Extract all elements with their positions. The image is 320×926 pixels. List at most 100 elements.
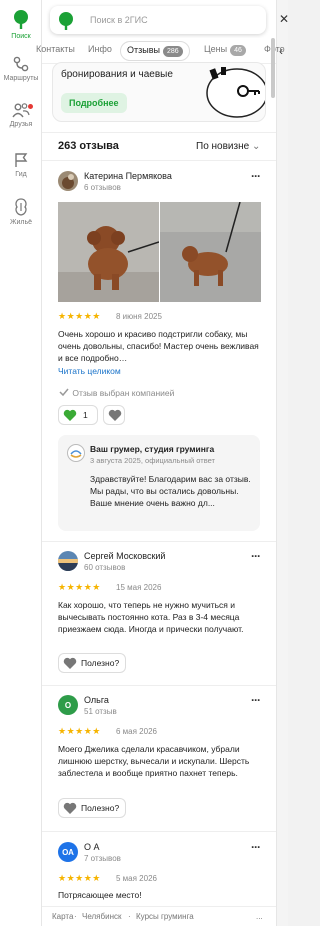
divider [42,541,276,542]
breadcrumb-separator: · [74,912,77,921]
like-count: 1 [83,410,88,420]
logo-icon [14,10,28,29]
useful-label: Полезно? [81,803,120,813]
heart-icon [63,657,77,669]
routes-icon [13,56,29,72]
app-root: Поиск Маршруты Друзья Гид Жильё ✕ ‹ Поис… [0,0,288,926]
breadcrumb-item-category[interactable]: Курсы груминга [136,912,194,921]
wallet-illustration [206,67,265,118]
tab-info[interactable]: Инфо [88,44,112,54]
heart-icon [63,409,77,421]
rail-item-search[interactable]: Поиск [0,10,42,40]
divider [42,132,276,133]
price-count-badge: 46 [230,45,246,56]
rating-stars: ★★★★★ [58,726,101,736]
author-review-count: 7 отзывов [84,854,121,863]
company-logo [67,444,85,462]
author-review-count: 6 отзывов [84,183,121,192]
search-input[interactable]: Поиск в 2ГИС [90,15,148,25]
review-photo[interactable] [58,202,159,302]
avatar [58,551,78,571]
divider [42,160,276,161]
review-text: Как хорошо, что теперь не нужно мучиться… [58,600,244,634]
official-reply: Ваш грумер, студия груминга 3 августа 20… [58,435,260,531]
rail-label: Жильё [10,219,32,226]
badge-icon [59,388,69,397]
useful-button[interactable]: Полезно? [58,798,126,818]
promo-text: бронирования и чаевые [61,69,173,80]
tab-label: Отзывы [127,45,160,55]
author-name[interactable]: Сергей Московский [84,551,165,561]
author-review-count: 51 отзыв [84,707,117,716]
breadcrumb-item-map[interactable]: Карта [52,912,73,921]
avatar [58,171,78,191]
author-name[interactable]: О А [84,842,100,852]
tab-reviews[interactable]: Отзывы 286 [120,41,190,61]
reply-text: Здравствуйте! Благодарим вас за отзыв. М… [90,474,251,508]
rail-item-housing[interactable]: Жильё [0,198,42,226]
breadcrumb: Карта · Челябинск · Курсы груминга ... [42,906,276,926]
breadcrumb-item-city[interactable]: Челябинск [82,912,121,921]
review-text: Потрясающее место! [58,890,142,900]
side-rail: Поиск Маршруты Друзья Гид Жильё [0,0,42,926]
sort-label: По новизне [196,141,250,152]
review-count-badge: 286 [162,46,183,57]
review-date: 6 мая 2026 [116,727,157,736]
dislike-button[interactable] [103,405,125,425]
read-more-link[interactable]: Читать целиком [58,366,121,376]
rail-label: Гид [15,171,27,178]
tab-prices[interactable]: Цены 46 [204,44,246,56]
review-date: 15 мая 2026 [116,583,162,592]
review-text: Очень хорошо и красиво подстригли собаку… [58,329,259,363]
avatar: ОА [58,842,78,862]
review-text: Моего Джелика сделали красавчиком, убрал… [58,744,250,778]
tab-label: Цены [204,44,228,54]
divider [42,685,276,686]
flag-icon [15,153,28,167]
breadcrumb-separator: · [128,912,131,921]
promo-card: бронирования и чаевые Подробнее [52,62,266,122]
more-options-icon[interactable]: ··· [251,169,261,183]
rating-stars: ★★★★★ [58,873,101,883]
reply-author: Ваш грумер, студия груминга [90,444,215,454]
reviews-total: 263 отзыва [58,140,119,152]
more-options-icon[interactable]: ··· [251,549,261,563]
review-date: 5 мая 2026 [116,874,157,883]
tab-contacts[interactable]: Контакты [36,44,75,54]
close-icon[interactable]: ✕ [279,12,288,26]
more-options-icon[interactable]: ··· [251,693,261,707]
review-photo[interactable] [160,202,261,302]
rail-item-friends[interactable]: Друзья [0,102,42,128]
company-choice-note: Отзыв выбран компанией [58,387,174,398]
like-button[interactable]: 1 [58,405,98,425]
notification-dot [28,104,33,109]
author-review-count: 60 отзывов [84,563,126,572]
more-button[interactable]: Подробнее [61,93,127,113]
useful-button[interactable]: Полезно? [58,653,126,673]
heart-icon [108,409,122,421]
housing-icon [15,198,27,216]
author-name[interactable]: Катерина Пермякова [84,171,172,181]
author-name[interactable]: Ольга [84,695,109,705]
rail-label: Поиск [11,33,31,40]
search-bar[interactable]: Поиск в 2ГИС [50,6,266,34]
rail-item-guide[interactable]: Гид [0,152,42,178]
avatar: О [58,695,78,715]
rating-stars: ★★★★★ [58,582,101,592]
rail-label: Маршруты [3,75,39,82]
divider [42,831,276,832]
useful-label: Полезно? [81,658,120,668]
rail-label: Друзья [9,121,33,128]
heart-icon [63,802,77,814]
scrollbar[interactable] [271,38,275,98]
map-edge: ✕ ‹ [276,0,288,926]
rating-stars: ★★★★★ [58,311,101,321]
rail-item-routes[interactable]: Маршруты [0,56,42,82]
more-options-icon[interactable]: ··· [251,840,261,854]
chevron-down-icon: ⌄ [251,141,261,152]
review-date: 8 июня 2025 [116,312,162,321]
reply-meta: 3 августа 2025, официальный ответ [90,456,215,465]
sort-dropdown[interactable]: По новизне ⌄ [196,141,260,152]
breadcrumb-more[interactable]: ... [256,912,263,921]
tab-bar: Контакты Инфо Отзывы286 Цены46 Фото [36,38,285,64]
